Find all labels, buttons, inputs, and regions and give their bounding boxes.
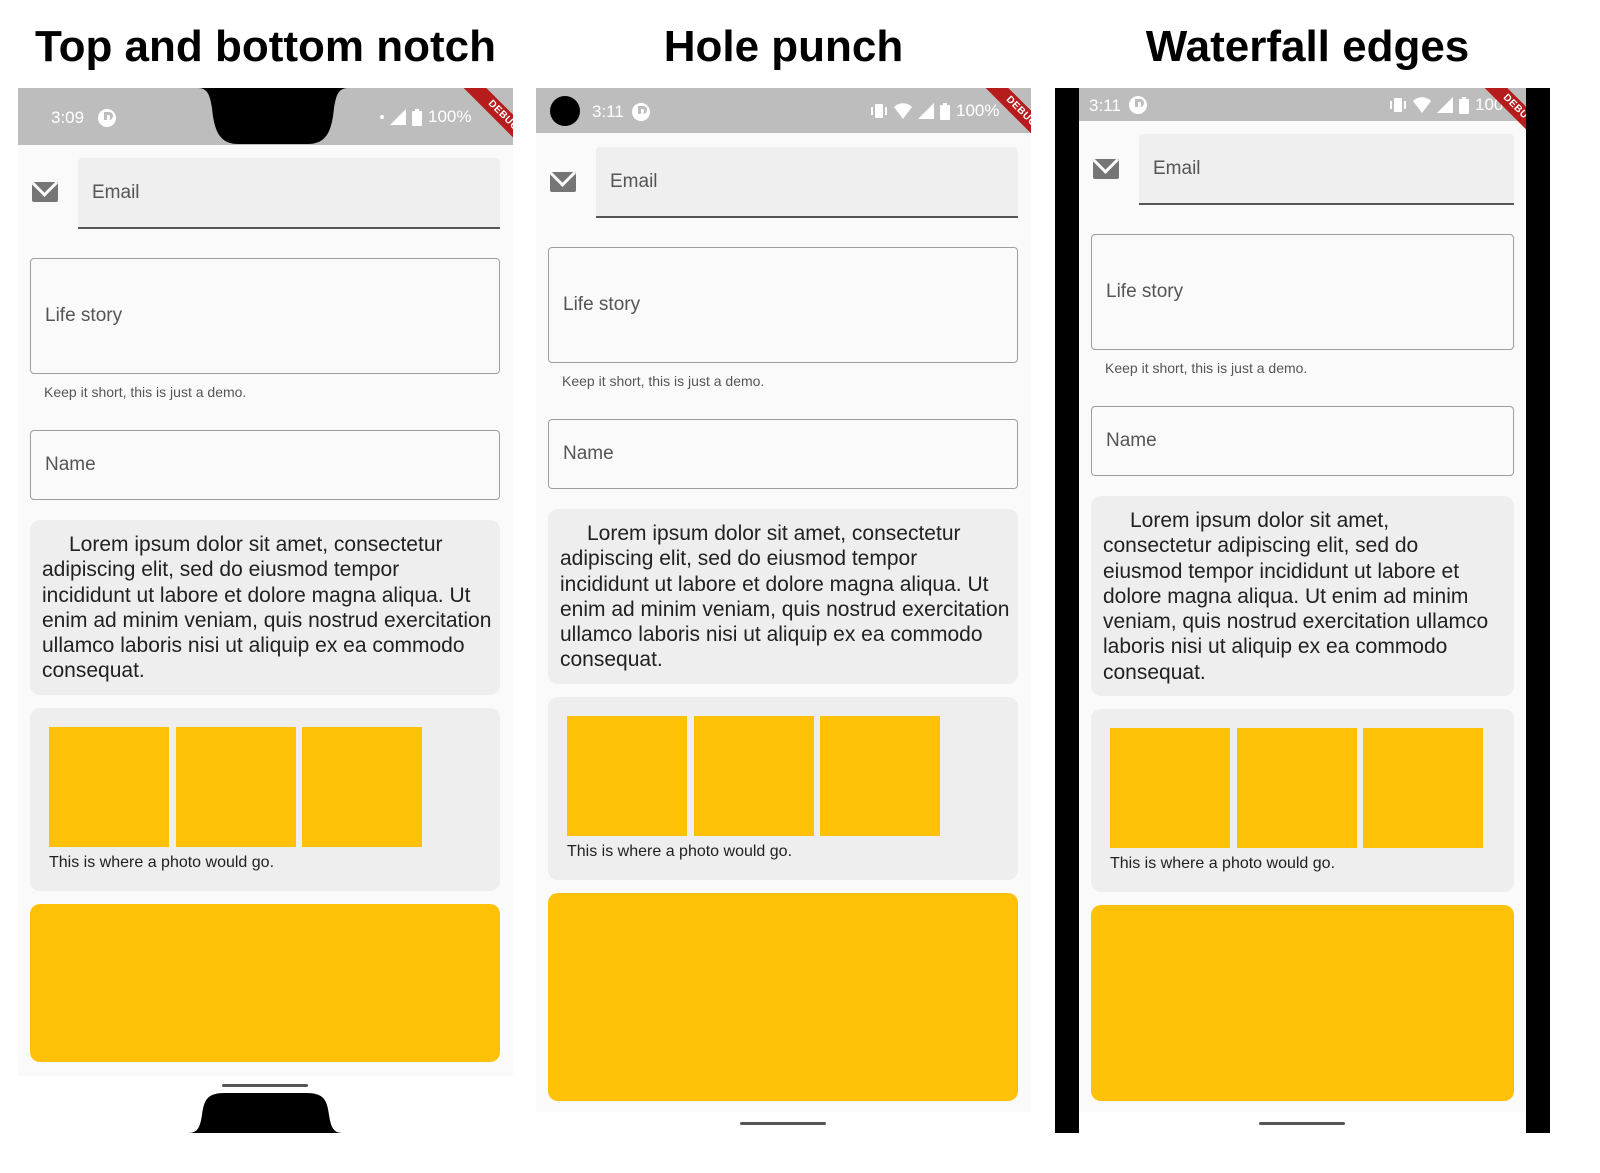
name-field-label: Name xyxy=(45,454,96,475)
name-field[interactable]: Name xyxy=(30,430,500,500)
signal-icon xyxy=(1437,97,1453,113)
email-field-label: Email xyxy=(610,170,658,192)
lorem-card: Lorem ipsum dolor sit amet, consectetur … xyxy=(1091,496,1514,696)
life-story-helper: Keep it short, this is just a demo. xyxy=(44,384,247,400)
email-field-label: Email xyxy=(92,181,140,203)
signal-icon xyxy=(390,109,406,125)
email-field[interactable]: Email xyxy=(596,147,1018,218)
battery-icon xyxy=(1459,96,1469,114)
photo-card: This is where a photo would go. xyxy=(548,697,1018,880)
status-time: 3:11 xyxy=(1089,96,1121,115)
lorem-card: Lorem ipsum dolor sit amet, consectetur … xyxy=(548,509,1018,684)
lorem-text: Lorem ipsum dolor sit amet, consectetur … xyxy=(42,533,492,683)
photo-placeholder xyxy=(1110,728,1230,848)
life-story-field[interactable]: Life story xyxy=(30,258,500,374)
home-indicator xyxy=(222,1084,308,1087)
name-field-label: Name xyxy=(1106,430,1157,451)
hole-punch-camera xyxy=(550,96,580,126)
photo-caption: This is where a photo would go. xyxy=(49,854,275,871)
photo-placeholder xyxy=(302,727,422,847)
bottom-notch xyxy=(188,1093,343,1133)
photo-placeholder xyxy=(49,727,169,847)
p-circle-icon xyxy=(632,103,650,121)
life-story-helper: Keep it short, this is just a demo. xyxy=(1105,360,1308,376)
life-story-label: Life story xyxy=(45,305,123,326)
p-circle-icon xyxy=(1129,96,1147,114)
panel-title-hole-punch: Hole punch xyxy=(663,22,904,71)
email-field[interactable]: Email xyxy=(78,158,500,229)
p-circle-icon xyxy=(98,109,116,127)
battery-percent: 100% xyxy=(956,101,1000,120)
waterfall-edge-left xyxy=(1055,88,1079,1133)
battery-percent: 100% xyxy=(428,107,472,126)
status-icons: 100% xyxy=(870,101,999,121)
home-indicator xyxy=(1259,1122,1345,1125)
vibrate-icon xyxy=(871,104,887,118)
lorem-text: Lorem ipsum dolor sit amet, consectetur … xyxy=(560,522,1010,672)
photo-placeholder xyxy=(694,716,814,836)
name-field-label: Name xyxy=(563,443,614,464)
photo-placeholder xyxy=(820,716,940,836)
yellow-block xyxy=(1091,905,1514,1101)
email-icon xyxy=(550,172,576,192)
status-time: 3:09 xyxy=(51,108,85,127)
home-indicator xyxy=(740,1122,826,1125)
status-bar: 3:11 100% DEBUG xyxy=(1079,88,1526,155)
lorem-text: Lorem ipsum dolor sit amet, consectetur … xyxy=(1103,509,1489,684)
status-time: 3:11 xyxy=(592,102,624,121)
phone-hole-punch: 3:11 100% DEBUG Email Life story Keep it… xyxy=(536,88,1031,1112)
wifi-icon xyxy=(894,103,912,119)
photo-caption: This is where a photo would go. xyxy=(1110,855,1336,872)
life-story-helper: Keep it short, this is just a demo. xyxy=(562,373,765,389)
email-icon xyxy=(1093,159,1119,179)
dot-icon xyxy=(380,115,384,119)
lorem-card: Lorem ipsum dolor sit amet, consectetur … xyxy=(30,520,500,695)
photo-placeholder xyxy=(1237,728,1357,848)
panel-title-notch: Top and bottom notch xyxy=(34,22,497,71)
battery-icon xyxy=(940,102,950,120)
phone-waterfall: 3:11 100% DEBUG Email Life story Keep it… xyxy=(1079,88,1526,1112)
photo-placeholder xyxy=(176,727,296,847)
life-story-label: Life story xyxy=(563,294,641,315)
name-field[interactable]: Name xyxy=(548,419,1018,489)
wifi-icon xyxy=(1413,97,1431,113)
vibrate-icon xyxy=(1390,98,1406,112)
life-story-field[interactable]: Life story xyxy=(548,247,1018,363)
yellow-block xyxy=(548,893,1018,1101)
email-icon xyxy=(32,182,58,202)
life-story-field[interactable]: Life story xyxy=(1091,234,1514,350)
battery-icon xyxy=(412,108,422,126)
yellow-block xyxy=(30,904,500,1062)
email-field-label: Email xyxy=(1153,157,1201,179)
name-field[interactable]: Name xyxy=(1091,406,1514,476)
signal-icon xyxy=(918,103,934,119)
photo-caption: This is where a photo would go. xyxy=(567,843,793,860)
top-notch xyxy=(198,88,348,144)
photo-card: This is where a photo would go. xyxy=(1091,709,1514,892)
photo-placeholder xyxy=(567,716,687,836)
photo-card: This is where a photo would go. xyxy=(30,708,500,891)
email-field[interactable]: Email xyxy=(1139,134,1514,205)
panel-title-waterfall: Waterfall edges xyxy=(1145,22,1470,71)
status-bar: 3:11 100% DEBUG xyxy=(536,88,1031,157)
status-icons: 100% xyxy=(380,107,471,127)
phone-notch: 3:09 100% DEBUG Email Life story Keep it… xyxy=(18,88,513,1076)
life-story-label: Life story xyxy=(1106,281,1184,302)
waterfall-edge-right xyxy=(1526,88,1550,1133)
photo-placeholder xyxy=(1363,728,1483,848)
